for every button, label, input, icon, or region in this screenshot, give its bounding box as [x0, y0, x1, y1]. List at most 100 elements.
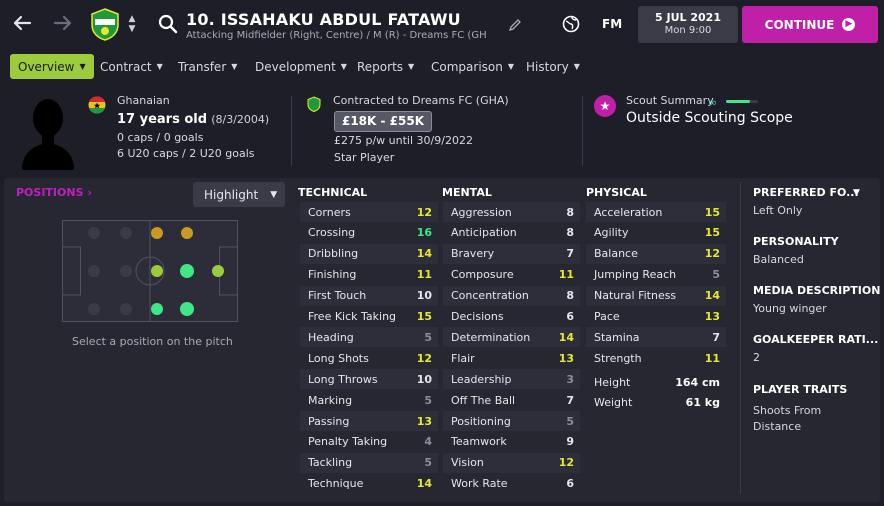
tab-reports[interactable]: Reports ▼	[357, 54, 414, 79]
attribute-row[interactable]: Dribbling 14	[300, 243, 438, 264]
attribute-row[interactable]: Finishing 11	[300, 265, 438, 285]
tab-bar: Overview ▼ Contract ▼ Transfer ▼ Developmen…	[0, 52, 884, 82]
fm-menu-button[interactable]: FM	[602, 17, 622, 31]
attribute-value: 3	[566, 372, 574, 386]
international-caps: 0 caps / 0 goals	[117, 131, 204, 144]
tab-transfer[interactable]: Transfer ▼	[178, 54, 237, 79]
attribute-row[interactable]: Corners 12	[300, 202, 438, 222]
attribute-name: Flair	[451, 351, 475, 365]
weight-value: 61 kg	[685, 395, 720, 409]
position-dot-mc-left[interactable]	[151, 265, 163, 277]
position-dot-amc-left[interactable]	[151, 227, 163, 239]
attribute-row[interactable]: Vision 12	[443, 452, 580, 473]
attribute-value: 15	[416, 310, 432, 323]
goalkeeper-rating-value: 2	[753, 351, 760, 364]
attribute-value: 6	[566, 310, 574, 323]
attribute-name: Leadership	[451, 372, 512, 386]
attribute-row[interactable]: Composure 11	[443, 265, 580, 285]
position-dot-mr[interactable]	[180, 302, 194, 316]
attribute-row[interactable]: Crossing 16	[300, 223, 438, 243]
transfer-value-badge[interactable]: £18K - £55K	[334, 111, 432, 132]
attribute-name: Crossing	[308, 226, 356, 240]
attribute-row[interactable]: Long Shots 12	[300, 348, 438, 368]
attribute-row[interactable]: Concentration 8	[443, 285, 580, 306]
attribute-row[interactable]: Natural Fitness 14	[586, 285, 726, 306]
tab-comparison[interactable]: Comparison ▼	[431, 54, 514, 79]
player-name: 10. ISSAHAKU ABDUL FATAWU	[186, 10, 461, 29]
chevron-down-icon: ▼	[156, 62, 163, 71]
attribute-name: Aggression	[451, 205, 512, 219]
attribute-row[interactable]: Free Kick Taking 15	[300, 307, 438, 327]
attribute-name: Long Throws	[308, 372, 378, 386]
personality-title: PERSONALITY	[753, 235, 839, 248]
chevron-down-icon: ▼	[231, 62, 238, 71]
position-dot-amc-right[interactable]	[181, 227, 193, 239]
attribute-row[interactable]: Anticipation 8	[443, 223, 580, 243]
search-icon[interactable]	[158, 14, 178, 34]
chevron-down-icon[interactable]: ▼	[853, 188, 860, 198]
date-display[interactable]: 5 JUL 2021 Mon 9:00	[638, 6, 738, 43]
continue-button[interactable]: CONTINUE ▶	[742, 6, 878, 43]
forward-arrow-icon[interactable]	[50, 10, 76, 36]
attribute-row[interactable]: Heading 5	[300, 327, 438, 348]
position-pitch[interactable]	[62, 220, 238, 322]
attribute-row[interactable]: Agility 15	[586, 223, 726, 243]
attribute-row[interactable]: Penalty Taking 4	[300, 432, 438, 452]
attribute-row[interactable]: Bravery 7	[443, 243, 580, 264]
player-trait[interactable]: Shoots From	[753, 404, 821, 417]
attribute-row[interactable]: First Touch 10	[300, 285, 438, 306]
tab-overview[interactable]: Overview ▼	[10, 54, 94, 79]
attribute-row[interactable]: Marking 5	[300, 390, 438, 410]
attribute-row[interactable]: Work Rate 6	[443, 474, 580, 494]
attribute-row[interactable]: Decisions 6	[443, 307, 580, 327]
attribute-row[interactable]: Off The Ball 7	[443, 390, 580, 410]
attribute-row[interactable]: Flair 13	[443, 348, 580, 368]
contract-wage: £275 p/w until 30/9/2022	[334, 134, 473, 147]
attribute-value: 14	[704, 289, 720, 303]
player-trait-continued[interactable]: Distance	[753, 420, 801, 433]
contract-club[interactable]: Contracted to Dreams FC (GHA)	[333, 94, 509, 107]
attribute-value: 4	[424, 435, 432, 449]
player-traits-title: PLAYER TRAITS	[753, 383, 848, 396]
scout-summary-value[interactable]: Outside Scouting Scope	[626, 110, 793, 126]
back-arrow-icon[interactable]	[9, 10, 35, 36]
tab-development[interactable]: Development ▼	[255, 54, 347, 79]
attribute-row[interactable]: Strength 11	[586, 348, 726, 368]
attribute-row[interactable]: Acceleration 15	[586, 202, 726, 222]
attribute-row[interactable]: Leadership 3	[443, 369, 580, 390]
attribute-row[interactable]: Long Throws 10	[300, 369, 438, 390]
positions-title[interactable]: POSITIONS ›	[16, 186, 92, 199]
position-dot-amr[interactable]	[151, 303, 163, 315]
attribute-value: 12	[416, 205, 432, 219]
attribute-row[interactable]: Aggression 8	[443, 202, 580, 222]
attribute-row[interactable]: Stamina 7	[586, 327, 726, 348]
attribute-row[interactable]: Passing 13	[300, 411, 438, 431]
attribute-name: Jumping Reach	[594, 268, 677, 282]
nationality[interactable]: Ghanaian	[117, 94, 170, 107]
tab-contract[interactable]: Contract ▼	[100, 54, 163, 79]
chevron-down-icon: ▼	[408, 62, 415, 71]
date-of-birth: (8/3/2004)	[211, 113, 270, 126]
club-badge-icon[interactable]	[88, 7, 122, 41]
attribute-row[interactable]: Balance 12	[586, 243, 726, 264]
player-switch-icon[interactable]: ▲ ▼	[126, 14, 138, 38]
attribute-value: 12	[558, 456, 574, 470]
highlight-dropdown[interactable]: Highlight ▼	[193, 182, 285, 207]
attribute-row[interactable]: Tackling 5	[300, 452, 438, 473]
edit-pencil-icon[interactable]	[508, 17, 522, 32]
attribute-value: 10	[416, 372, 432, 386]
chevron-down-icon: ▼	[340, 62, 347, 71]
tab-history[interactable]: History ▼	[526, 54, 580, 79]
attribute-row[interactable]: Teamwork 9	[443, 432, 580, 452]
divider	[582, 96, 583, 166]
attribute-row[interactable]: Determination 14	[443, 327, 580, 348]
attribute-row[interactable]: Jumping Reach 5	[586, 265, 726, 285]
technical-title: TECHNICAL	[298, 186, 368, 199]
attribute-row[interactable]: Positioning 5	[443, 411, 580, 431]
position-dot-st[interactable]	[212, 265, 224, 277]
position-dot-mc-right[interactable]	[180, 264, 194, 278]
attribute-row[interactable]: Technique 14	[300, 474, 438, 494]
attribute-row[interactable]: Pace 13	[586, 307, 726, 327]
attribute-value: 9	[566, 435, 574, 449]
globe-icon[interactable]	[562, 15, 580, 33]
